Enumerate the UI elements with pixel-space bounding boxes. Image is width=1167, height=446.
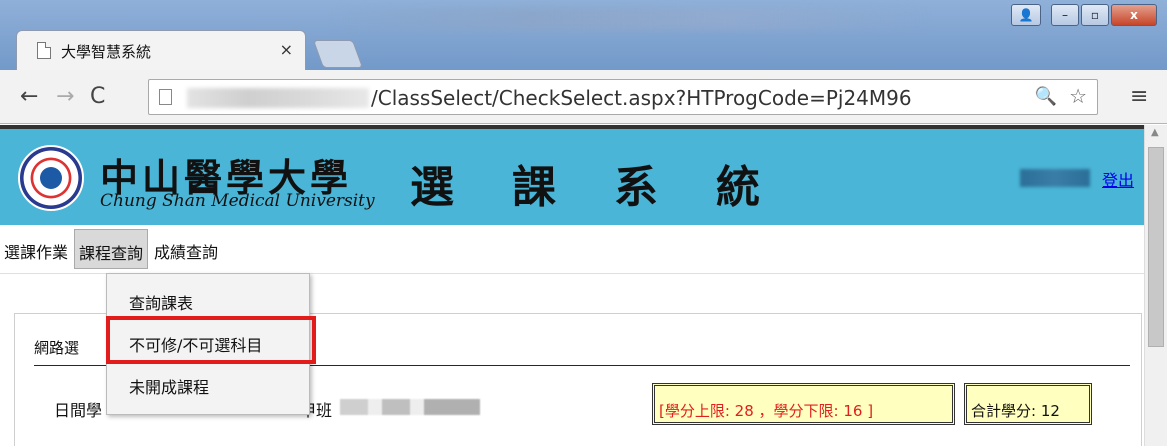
browser-menu-icon[interactable]: ≡ <box>1130 84 1148 109</box>
forward-arrow-icon[interactable]: → <box>56 84 74 109</box>
address-bar[interactable]: /ClassSelect/CheckSelect.aspx?HTProgCode… <box>148 79 1098 115</box>
zoom-icon[interactable]: 🔍 <box>1035 86 1057 107</box>
blurred-host <box>187 88 369 108</box>
menu-item-course-query[interactable]: 課程查詢 <box>74 229 149 269</box>
tab-close-icon[interactable]: × <box>280 40 293 59</box>
highlight-box <box>106 316 316 364</box>
tab-title: 大學智慧系統 <box>61 43 152 61</box>
bookmark-star-icon[interactable]: ☆ <box>1069 84 1087 108</box>
page-icon <box>37 42 51 59</box>
browser-toolbar: ← → C /ClassSelect/CheckSelect.aspx?HTPr… <box>0 70 1167 124</box>
reload-icon[interactable]: C <box>90 84 105 109</box>
back-arrow-icon[interactable]: ← <box>20 84 38 109</box>
close-window-button[interactable]: x <box>1111 4 1157 26</box>
minimize-button[interactable]: – <box>1051 4 1079 26</box>
section-label: 網路選 <box>34 339 80 357</box>
credit-total-box: 合計學分: 12 <box>964 383 1092 425</box>
university-name-en: Chung Shan Medical University <box>100 191 375 211</box>
dropdown-item-unopened-courses[interactable]: 未開成課程 <box>107 364 311 404</box>
menu-item-select-course[interactable]: 選課作業 <box>0 229 72 269</box>
main-menu: 選課作業 課程查詢 成績查詢 <box>0 229 225 271</box>
dropdown-item-query-schedule[interactable]: 查詢課表 <box>107 280 311 320</box>
maximize-button[interactable]: ▫ <box>1081 4 1109 26</box>
blurred-username <box>1020 169 1090 187</box>
logout-link[interactable]: 登出 <box>1102 167 1134 191</box>
blurred-class-info <box>340 399 480 415</box>
menu-item-grade-query[interactable]: 成績查詢 <box>150 229 222 269</box>
user-icon[interactable]: 👤 <box>1011 4 1041 26</box>
logo-center <box>40 167 62 189</box>
scroll-up-arrow-icon[interactable]: ▲ <box>1151 127 1159 138</box>
dept-label: 日間學 <box>54 401 103 420</box>
window-controls: 👤 – ▫ x <box>1009 4 1157 30</box>
new-tab-button[interactable] <box>312 40 364 68</box>
vertical-scrollbar[interactable]: ▲ <box>1144 125 1167 446</box>
system-title: 選課系統 <box>410 162 818 213</box>
scroll-thumb[interactable] <box>1148 147 1164 347</box>
url-text[interactable]: /ClassSelect/CheckSelect.aspx?HTProgCode… <box>371 86 912 110</box>
blurred-tabs <box>330 8 930 30</box>
page-viewport: 中山醫學大學 Chung Shan Medical University 選課系… <box>0 125 1144 446</box>
page-icon <box>159 89 172 105</box>
credit-limit-box: [學分上限: 28 ，學分下限: 16 ] <box>652 383 955 425</box>
browser-titlebar: 大學智慧系統 × 👤 – ▫ x <box>0 0 1167 80</box>
site-banner: 中山醫學大學 Chung Shan Medical University 選課系… <box>0 125 1144 225</box>
browser-tab-active[interactable]: 大學智慧系統 × <box>16 30 306 70</box>
